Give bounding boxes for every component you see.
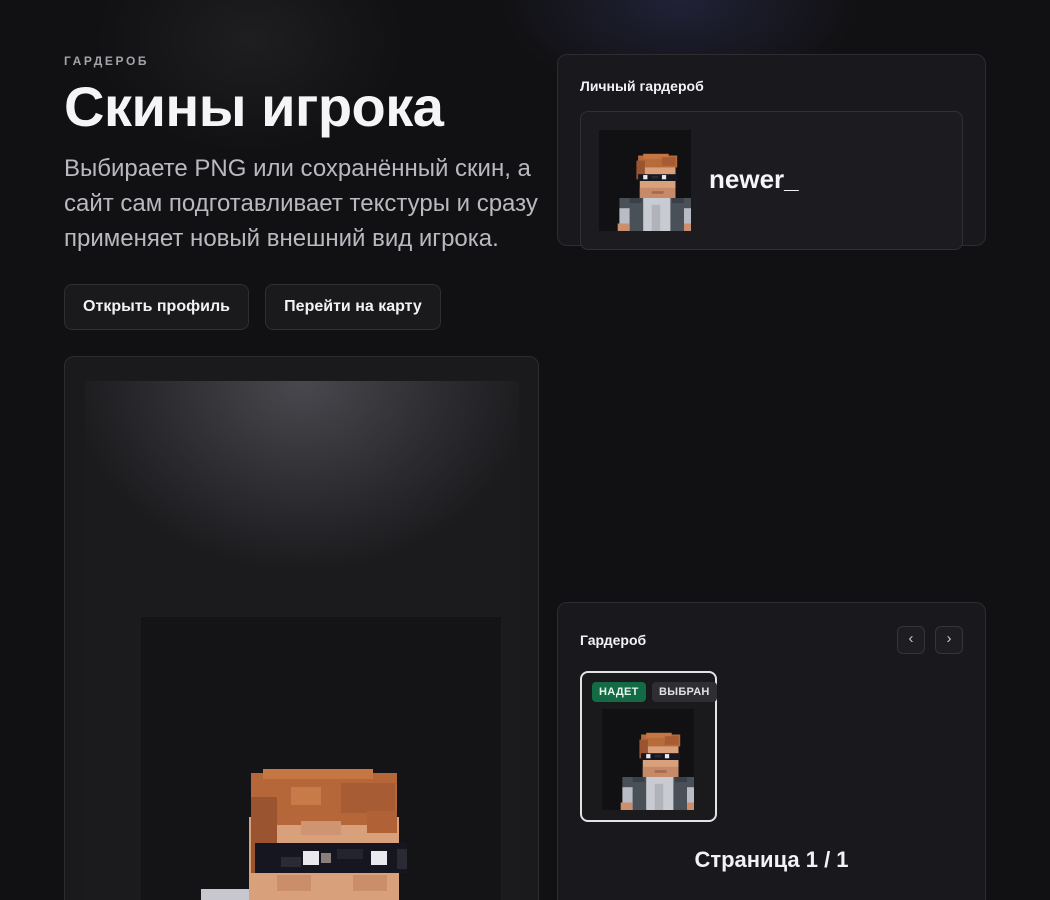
player-model-image [201, 769, 407, 900]
previous-page-button[interactable]: ‹ [897, 626, 925, 654]
page-title: Скины игрока [64, 75, 444, 138]
personal-wardrobe-panel: Личный гардероб newer_ [557, 54, 986, 250]
current-skin-row[interactable]: newer_ [580, 111, 963, 250]
go-to-map-button[interactable]: Перейти на карту [265, 284, 441, 330]
page-description: Выбираете PNG или сохранённый скин, а са… [64, 155, 538, 252]
wardrobe-panel: Гардероб ‹ › НАДЕТ ВЫБРАН Страница 1 / 1 [557, 602, 986, 900]
player-name: newer_ [709, 164, 799, 194]
wardrobe-title: Гардероб [580, 632, 647, 648]
open-profile-button[interactable]: Открыть профиль [64, 284, 249, 330]
selected-badge: ВЫБРАН [652, 682, 717, 702]
pagination-label: Страница 1 / 1 [694, 847, 849, 872]
current-skin-thumbnail [599, 130, 691, 231]
skin-preview-card [64, 356, 539, 900]
skin-preview-stage[interactable] [85, 381, 519, 900]
next-page-button[interactable]: › [935, 626, 963, 654]
wardrobe-skin-card[interactable]: НАДЕТ ВЫБРАН [580, 671, 717, 822]
skin-3d-preview[interactable] [141, 617, 501, 900]
wardrobe-skin-thumbnail [602, 709, 694, 810]
worn-badge: НАДЕТ [592, 682, 646, 702]
section-eyebrow: ГАРДЕРОБ [64, 54, 150, 68]
personal-wardrobe-title: Личный гардероб [580, 78, 704, 94]
